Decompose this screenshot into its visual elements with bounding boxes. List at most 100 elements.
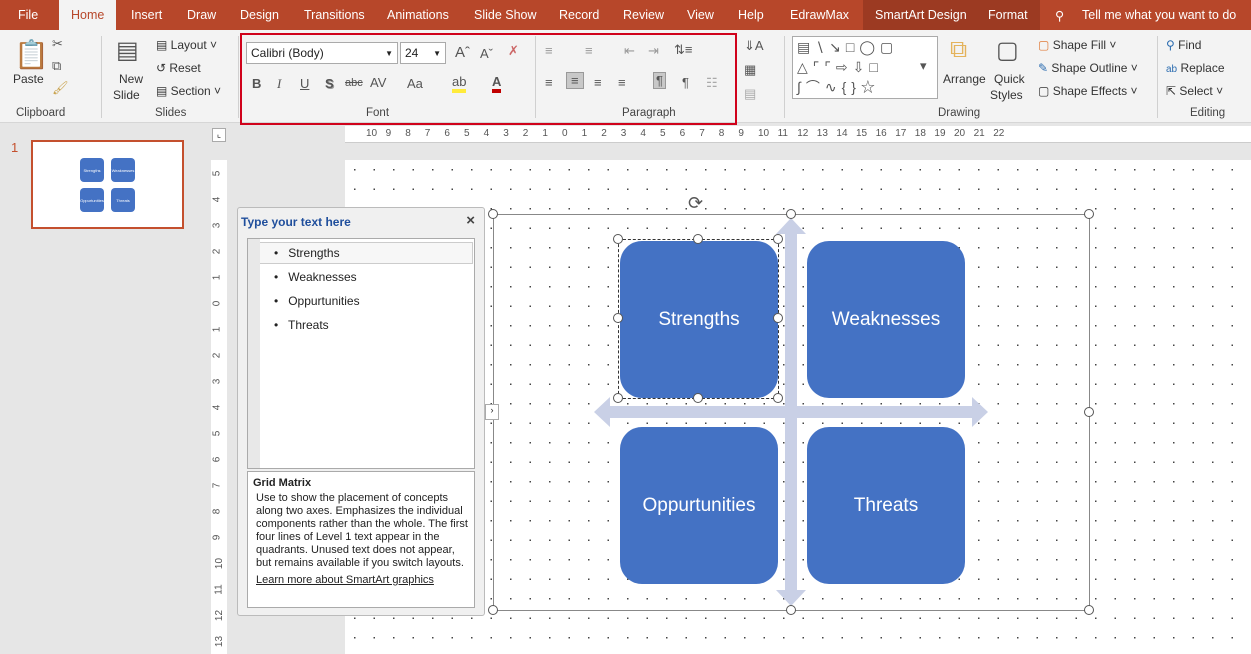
find-icon: ⚲ xyxy=(1166,38,1175,52)
quick-styles-button-line2[interactable]: Styles xyxy=(990,88,1023,102)
close-icon[interactable]: × xyxy=(466,212,475,229)
format-painter-icon[interactable]: 🖌 xyxy=(52,80,69,96)
resize-handle[interactable] xyxy=(613,234,623,244)
shape-outline-button[interactable]: ✎ Shape Outline ˅ xyxy=(1038,61,1138,75)
tab-insert[interactable]: Insert xyxy=(131,8,162,22)
ruler-tick-label: 11 xyxy=(213,584,225,595)
list-item[interactable]: • Weaknesses xyxy=(274,270,357,284)
ruler-tick-label: 5 xyxy=(660,128,666,139)
smartart-frame[interactable] xyxy=(493,214,1090,611)
resize-handle[interactable] xyxy=(773,313,783,323)
tab-draw[interactable]: Draw xyxy=(187,8,216,22)
resize-handle[interactable] xyxy=(773,234,783,244)
ruler-tick-label: 8 xyxy=(405,128,411,139)
copy-icon[interactable]: ⧉ xyxy=(52,58,61,74)
list-item[interactable]: • Strengths xyxy=(274,246,340,260)
tab-help[interactable]: Help xyxy=(738,8,764,22)
resize-handle[interactable] xyxy=(1084,605,1094,615)
shape-effects-button[interactable]: ▢ Shape Effects ˅ xyxy=(1038,84,1138,98)
rotate-handle-icon[interactable]: ⟳ xyxy=(688,193,703,214)
tell-me-search[interactable]: Tell me what you want to do xyxy=(1082,8,1236,22)
list-margin xyxy=(248,239,260,468)
layout-button[interactable]: ▤ Layout ˅ xyxy=(156,38,217,52)
quick-styles-button[interactable]: Quick xyxy=(994,72,1025,86)
ruler-tick-label: 9 xyxy=(385,128,392,139)
ruler-tick-label: 0 xyxy=(211,300,223,307)
reset-label: Reset xyxy=(169,61,201,75)
ruler-tick-label: 6 xyxy=(444,128,450,139)
text-pane-title: Type your text here xyxy=(241,215,351,229)
learn-more-link[interactable]: Learn more about SmartArt graphics xyxy=(253,574,469,587)
slide-thumbnail[interactable]: Strengths Weaknesses Oppurtunities Threa… xyxy=(31,140,184,229)
text-pane-toggle[interactable]: › xyxy=(485,404,499,420)
resize-handle[interactable] xyxy=(693,393,703,403)
new-slide-button[interactable]: New xyxy=(119,72,143,86)
new-slide-button-line2[interactable]: Slide xyxy=(113,88,140,102)
align-text-icon[interactable]: ▦ xyxy=(744,62,756,78)
new-slide-icon[interactable]: ▤ xyxy=(116,36,139,65)
ruler-tick-label: 3 xyxy=(620,128,627,139)
tab-selector[interactable]: ⌞ xyxy=(212,128,226,142)
section-label: Section xyxy=(170,84,211,98)
list-item-text: Strengths xyxy=(288,246,340,260)
tab-record[interactable]: Record xyxy=(559,8,599,22)
tab-smartart-design[interactable]: SmartArt Design xyxy=(863,0,979,30)
shape-fill-button[interactable]: ▢ Shape Fill ˅ xyxy=(1038,38,1116,52)
list-item-text: Threats xyxy=(288,318,329,332)
text-direction-icon[interactable]: ⇓A xyxy=(744,38,764,54)
resize-handle[interactable] xyxy=(1084,407,1094,417)
ruler-tick-label: 10 xyxy=(758,128,770,139)
shape-fill-label: Shape Fill xyxy=(1052,38,1107,52)
tab-design[interactable]: Design xyxy=(240,8,279,22)
tab-transitions[interactable]: Transitions xyxy=(304,8,365,22)
find-button[interactable]: ⚲ Find xyxy=(1166,38,1201,52)
list-item[interactable]: • Threats xyxy=(274,318,329,332)
tab-animations[interactable]: Animations xyxy=(387,8,449,22)
ruler-tick-label: 2 xyxy=(211,248,223,255)
resize-handle[interactable] xyxy=(773,393,783,403)
select-button[interactable]: ⇱ Select ˅ xyxy=(1166,84,1223,98)
paste-button[interactable]: Paste xyxy=(13,72,44,86)
quick-styles-icon[interactable]: ▢ xyxy=(996,36,1019,65)
ruler-tick-label: 0 xyxy=(562,128,568,139)
tab-edrawmax[interactable]: EdrawMax xyxy=(790,8,849,22)
replace-icon: ab xyxy=(1166,64,1178,75)
section-button[interactable]: ▤ Section ˅ xyxy=(156,84,221,98)
tab-slide-show[interactable]: Slide Show xyxy=(474,8,537,22)
ruler-tick-label: 2 xyxy=(601,128,607,139)
reset-button[interactable]: ↺ Reset xyxy=(156,61,201,75)
tab-review[interactable]: Review xyxy=(623,8,664,22)
tab-view[interactable]: View xyxy=(687,8,714,22)
vertical-ruler[interactable]: 5 4 3 2 1 0 1 2 3 4 5 6 7 8 9 10 11 12 13 xyxy=(211,160,227,654)
text-pane-list[interactable]: • Strengths • Weaknesses • Oppurtunities… xyxy=(247,238,475,469)
resize-handle[interactable] xyxy=(488,605,498,615)
arrange-icon[interactable]: ⧉ xyxy=(950,36,967,64)
resize-handle[interactable] xyxy=(613,393,623,403)
ruler-tick-label: 11 xyxy=(777,128,788,139)
list-item-text: Oppurtunities xyxy=(288,294,360,308)
resize-handle[interactable] xyxy=(693,234,703,244)
tab-home[interactable]: Home xyxy=(59,0,117,31)
resize-handle[interactable] xyxy=(786,209,796,219)
tab-format[interactable]: Format xyxy=(976,0,1040,30)
horizontal-ruler[interactable]: 10 9 8 7 6 5 4 3 2 1 0 1 2 3 4 5 6 7 8 9 10 11 12 13 14 15 16 17 18 1… xyxy=(345,126,1251,143)
shape-fill-icon: ▢ xyxy=(1038,38,1050,52)
resize-handle[interactable] xyxy=(488,209,498,219)
resize-handle[interactable] xyxy=(1084,209,1094,219)
cut-icon[interactable]: ✂ xyxy=(52,36,63,52)
shapes-gallery[interactable]: ▤∖↘□◯▢ △⌜⌜⇨⇩□ ∫⌒∿{}☆ xyxy=(792,36,938,99)
paste-icon[interactable]: 📋 xyxy=(14,38,49,71)
font-paragraph-highlight xyxy=(240,33,737,125)
resize-handle[interactable] xyxy=(613,313,623,323)
resize-handle[interactable] xyxy=(786,605,796,615)
tab-file[interactable]: File xyxy=(18,8,38,22)
convert-smartart-icon[interactable]: ▤ xyxy=(744,86,756,102)
ruler-tick-label: 2 xyxy=(211,352,223,359)
arrange-button[interactable]: Arrange xyxy=(943,72,986,86)
list-item[interactable]: • Oppurtunities xyxy=(274,294,360,308)
ruler-tick-label: 18 xyxy=(914,128,926,139)
replace-button[interactable]: ab Replace xyxy=(1166,61,1225,75)
ruler-tick-label: 7 xyxy=(699,128,705,139)
thumb-box: Oppurtunities xyxy=(80,188,104,212)
gallery-more-icon[interactable]: ▾ xyxy=(920,58,927,74)
